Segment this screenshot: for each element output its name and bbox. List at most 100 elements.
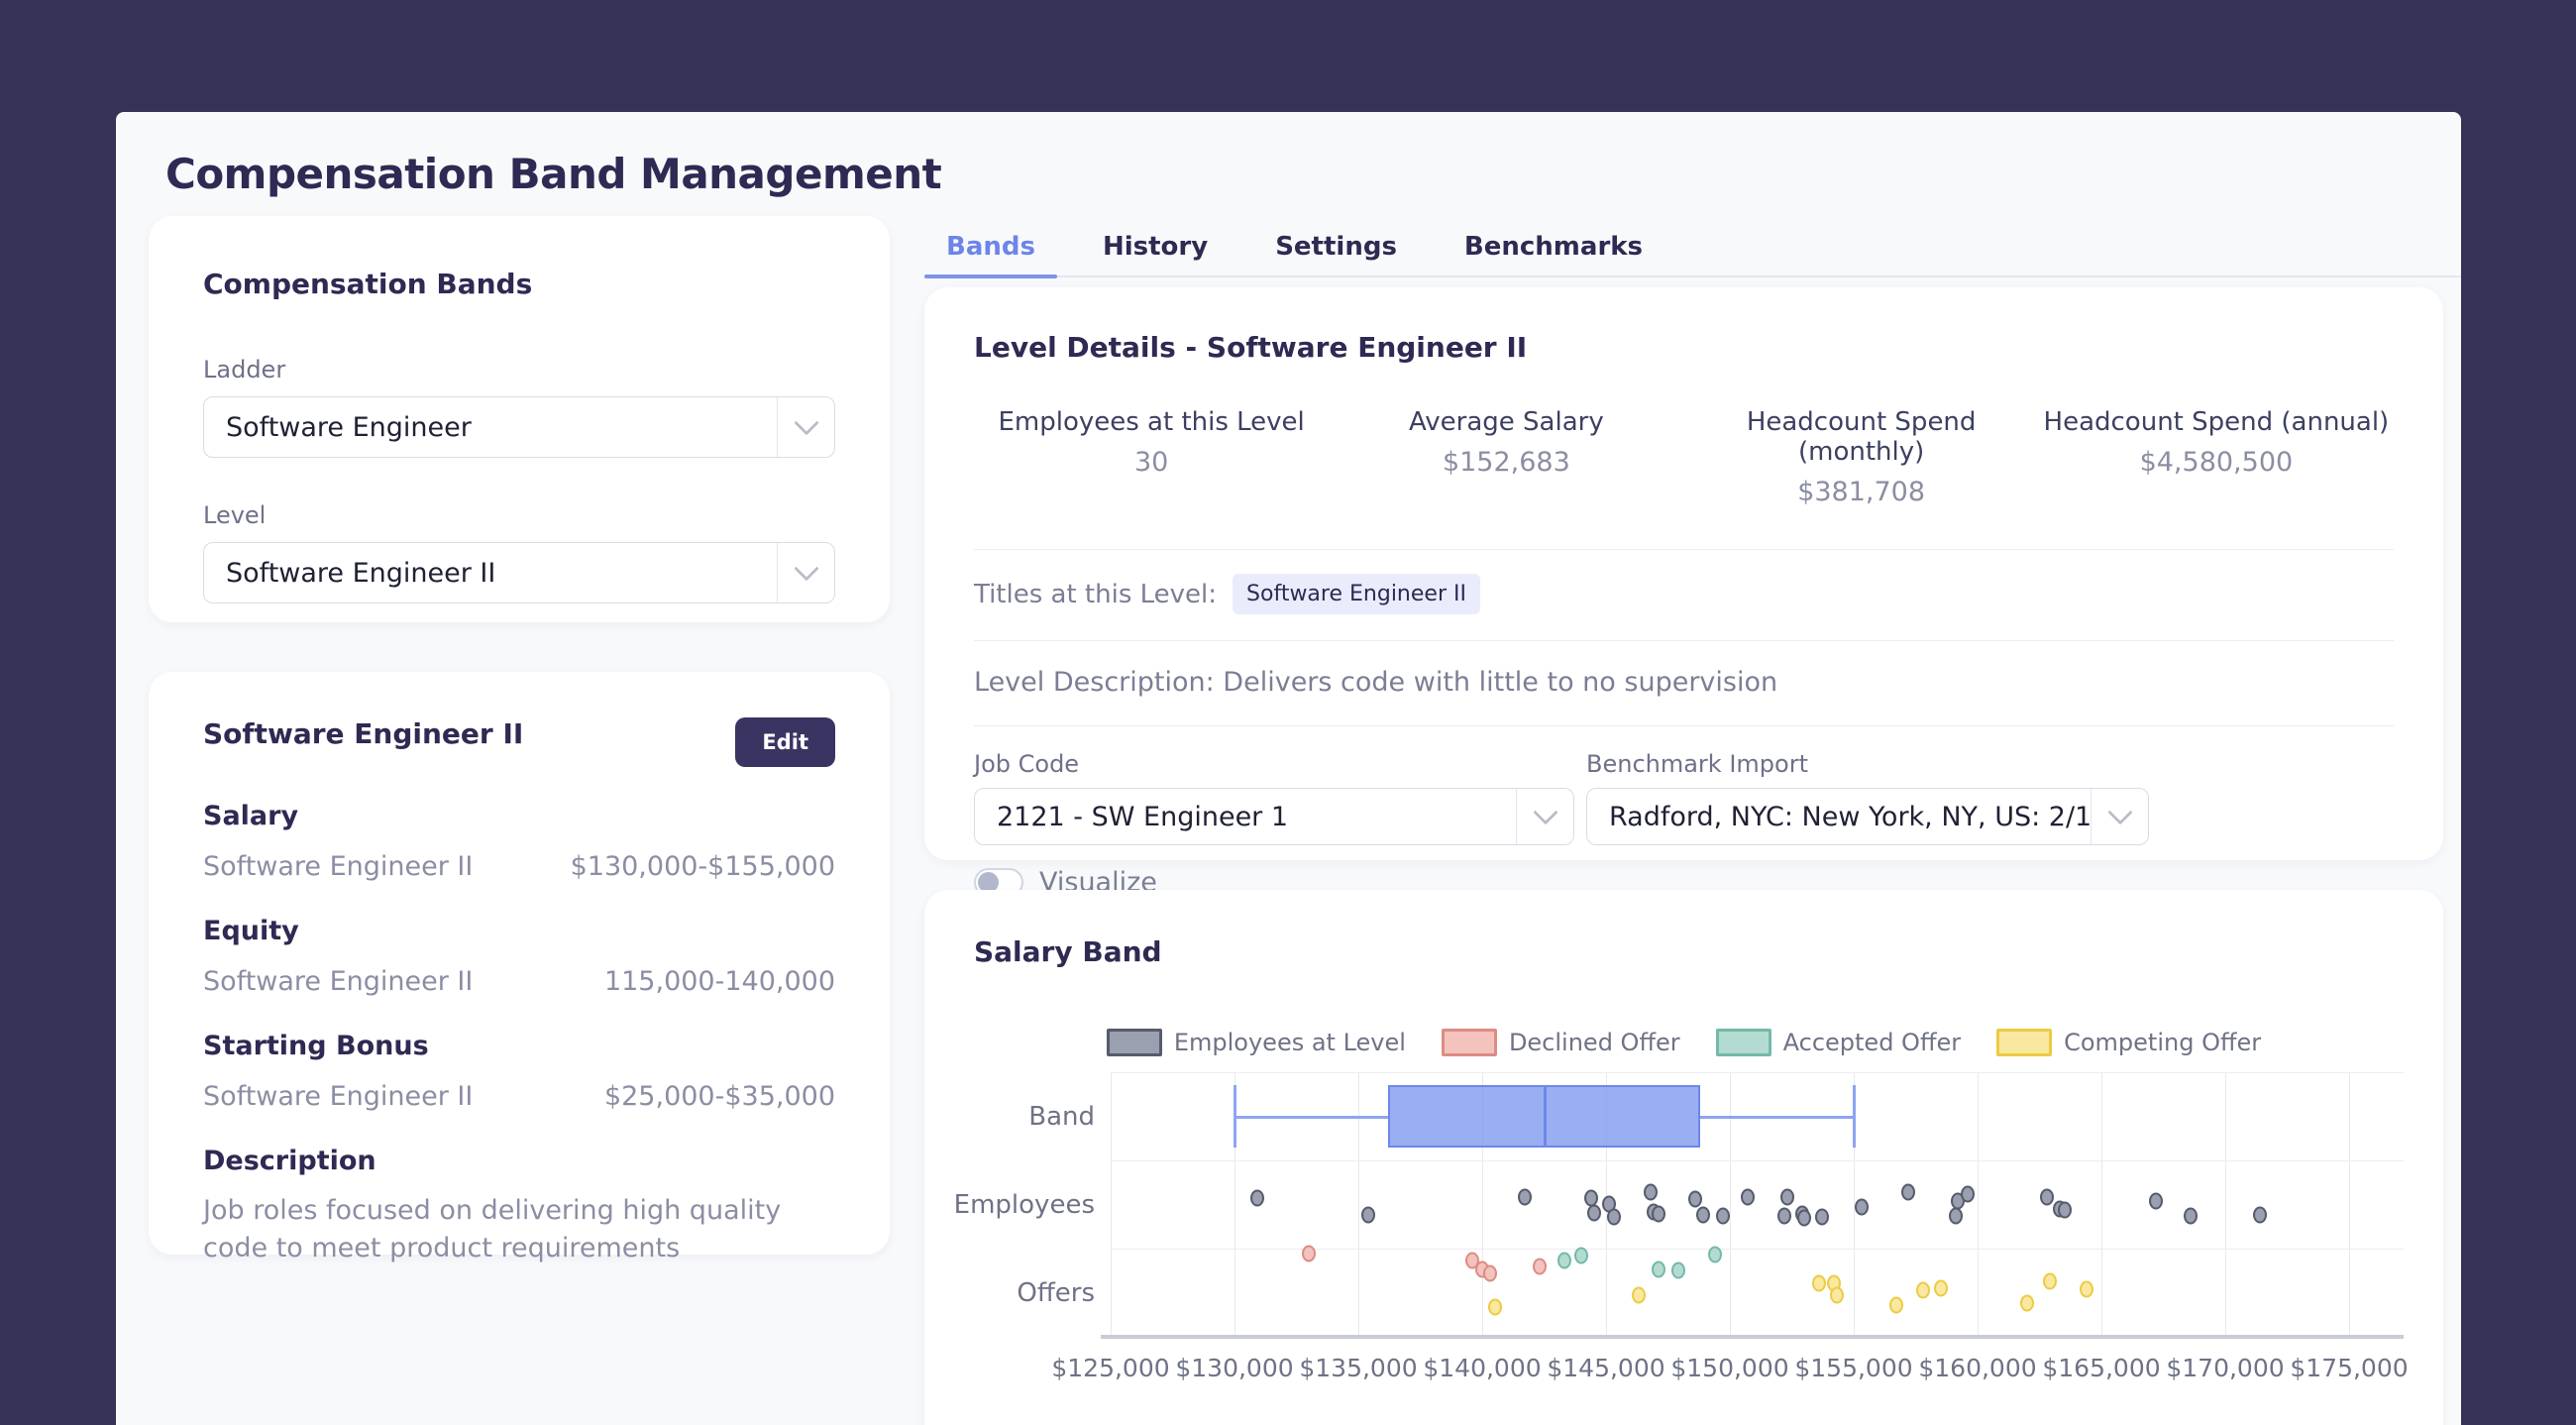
x-axis-tick-label: $170,000 xyxy=(2166,1354,2284,1382)
stat: Employees at this Level 30 xyxy=(974,407,1329,507)
employee-dot xyxy=(1741,1188,1755,1205)
accepted-offer-dot xyxy=(1557,1252,1571,1268)
competing-offer-dot xyxy=(1934,1279,1948,1296)
band-section-name: Software Engineer II xyxy=(203,1081,473,1112)
employee-dot xyxy=(1607,1208,1621,1225)
stat: Headcount Spend (monthly) $381,708 xyxy=(1684,407,2039,507)
tab-bands[interactable]: Bands xyxy=(924,218,1057,275)
edit-button[interactable]: Edit xyxy=(735,717,835,767)
employee-dot xyxy=(1644,1183,1658,1200)
tab-settings[interactable]: Settings xyxy=(1253,218,1419,275)
employee-dot xyxy=(2184,1207,2198,1224)
chevron-down-icon xyxy=(1516,789,1573,844)
boxplot-median xyxy=(1544,1085,1547,1148)
band-section-name: Software Engineer II xyxy=(203,851,473,882)
salary-band-chart: BandEmployeesOffers $125,000$130,000$135… xyxy=(924,1072,2443,1389)
declined-offer-dot xyxy=(1483,1264,1497,1281)
employee-dot xyxy=(1777,1207,1791,1224)
employee-dot xyxy=(1716,1207,1730,1224)
employee-dot xyxy=(1797,1209,1811,1226)
stat-label: Employees at this Level xyxy=(974,407,1329,437)
competing-offer-dot xyxy=(2020,1294,2034,1311)
level-description: Level Description: Delivers code with li… xyxy=(974,667,2394,698)
tab-benchmarks[interactable]: Benchmarks xyxy=(1443,218,1664,275)
divider xyxy=(974,640,2394,641)
x-axis-tick-label: $165,000 xyxy=(2042,1354,2160,1382)
competing-offer-dot xyxy=(1889,1296,1903,1313)
competing-offer-dot xyxy=(2043,1272,2057,1289)
employee-dot xyxy=(2149,1192,2163,1209)
competing-offer-dot xyxy=(1488,1298,1502,1315)
level-select-value: Software Engineer II xyxy=(226,558,777,589)
ladder-select[interactable]: Software Engineer xyxy=(203,396,835,458)
x-axis-tick-label: $125,000 xyxy=(1051,1354,1169,1382)
band-section-row: Software Engineer II$25,000-$35,000 xyxy=(203,1081,835,1112)
gridline xyxy=(2349,1072,2350,1337)
chart-row-label-employees: Employees xyxy=(924,1190,1095,1220)
band-section-row: Software Engineer II$130,000-$155,000 xyxy=(203,851,835,882)
competing-offer-dot xyxy=(1916,1281,1930,1298)
benchmark-import-value: Radford, NYC: New York, NY, US: 2/13/202… xyxy=(1609,802,2091,832)
legend-item: Competing Offer xyxy=(1996,1029,2261,1056)
gridline xyxy=(1730,1072,1731,1337)
legend-label: Competing Offer xyxy=(2064,1029,2261,1056)
ladder-label: Ladder xyxy=(203,356,835,384)
legend-item: Accepted Offer xyxy=(1716,1029,1961,1056)
band-section-label: Starting Bonus xyxy=(203,1031,835,1061)
boxplot-whisker-cap xyxy=(1234,1085,1236,1148)
description-label: Description xyxy=(203,1146,835,1176)
band-section: EquitySoftware Engineer II115,000-140,00… xyxy=(203,916,835,997)
legend-item: Employees at Level xyxy=(1107,1029,1406,1056)
employee-dot xyxy=(2058,1201,2072,1218)
main-panel: Compensation Band Management Compensatio… xyxy=(116,112,2461,1425)
employee-dot xyxy=(1688,1190,1702,1207)
stat-label: Headcount Spend (annual) xyxy=(2039,407,2394,437)
accepted-offer-dot xyxy=(1574,1247,1588,1263)
employee-dot xyxy=(1815,1208,1829,1225)
tab-history[interactable]: History xyxy=(1081,218,1230,275)
competing-offer-dot xyxy=(1812,1274,1826,1291)
level-select[interactable]: Software Engineer II xyxy=(203,542,835,603)
gridline xyxy=(1111,1072,2404,1073)
chart-row-label-band: Band xyxy=(924,1102,1095,1132)
gridline xyxy=(1978,1072,1979,1337)
divider xyxy=(974,549,2394,550)
benchmark-import-select[interactable]: Radford, NYC: New York, NY, US: 2/13/202… xyxy=(1586,788,2149,845)
accepted-offer-dot xyxy=(1671,1261,1685,1278)
stat-value: $4,580,500 xyxy=(2039,447,2394,478)
declined-offer-dot xyxy=(1302,1245,1316,1261)
chevron-down-icon xyxy=(2091,789,2148,844)
description-text: Job roles focused on delivering high qua… xyxy=(203,1192,835,1268)
legend-swatch xyxy=(1716,1029,1771,1056)
gridline xyxy=(1358,1072,1359,1337)
boxplot-whisker-cap xyxy=(1853,1085,1856,1148)
page-title: Compensation Band Management xyxy=(165,150,941,198)
stat-label: Headcount Spend (monthly) xyxy=(1684,407,2039,467)
band-summary-card: Software Engineer II Edit SalarySoftware… xyxy=(149,672,890,1255)
stat-value: 30 xyxy=(974,447,1329,478)
employee-dot xyxy=(1855,1198,1869,1215)
boxplot-whisker xyxy=(1234,1116,1388,1119)
stat: Headcount Spend (annual) $4,580,500 xyxy=(2039,407,2394,507)
employee-dot xyxy=(2040,1188,2054,1205)
band-section-name: Software Engineer II xyxy=(203,966,473,997)
x-axis-tick-label: $150,000 xyxy=(1670,1354,1788,1382)
declined-offer-dot xyxy=(1533,1258,1547,1274)
employee-dot xyxy=(1949,1207,1963,1224)
employee-dot xyxy=(1652,1205,1665,1222)
stat-value: $381,708 xyxy=(1684,477,2039,507)
job-code-select[interactable]: 2121 - SW Engineer 1 xyxy=(974,788,1574,845)
legend-item: Declined Offer xyxy=(1442,1029,1680,1056)
stat-label: Average Salary xyxy=(1329,407,1683,437)
level-label: Level xyxy=(203,501,835,529)
gridline xyxy=(2101,1072,2102,1337)
x-axis-tick-label: $145,000 xyxy=(1547,1354,1664,1382)
salary-band-title: Salary Band xyxy=(974,935,2394,968)
chart-row-labels: BandEmployeesOffers xyxy=(924,1072,1095,1337)
band-sections: SalarySoftware Engineer II$130,000-$155,… xyxy=(203,801,835,1112)
legend-label: Employees at Level xyxy=(1174,1029,1406,1056)
legend-swatch xyxy=(1107,1029,1162,1056)
x-axis-tick-label: $140,000 xyxy=(1423,1354,1541,1382)
accepted-offer-dot xyxy=(1652,1261,1665,1277)
benchmark-import-label: Benchmark Import xyxy=(1586,750,2149,778)
